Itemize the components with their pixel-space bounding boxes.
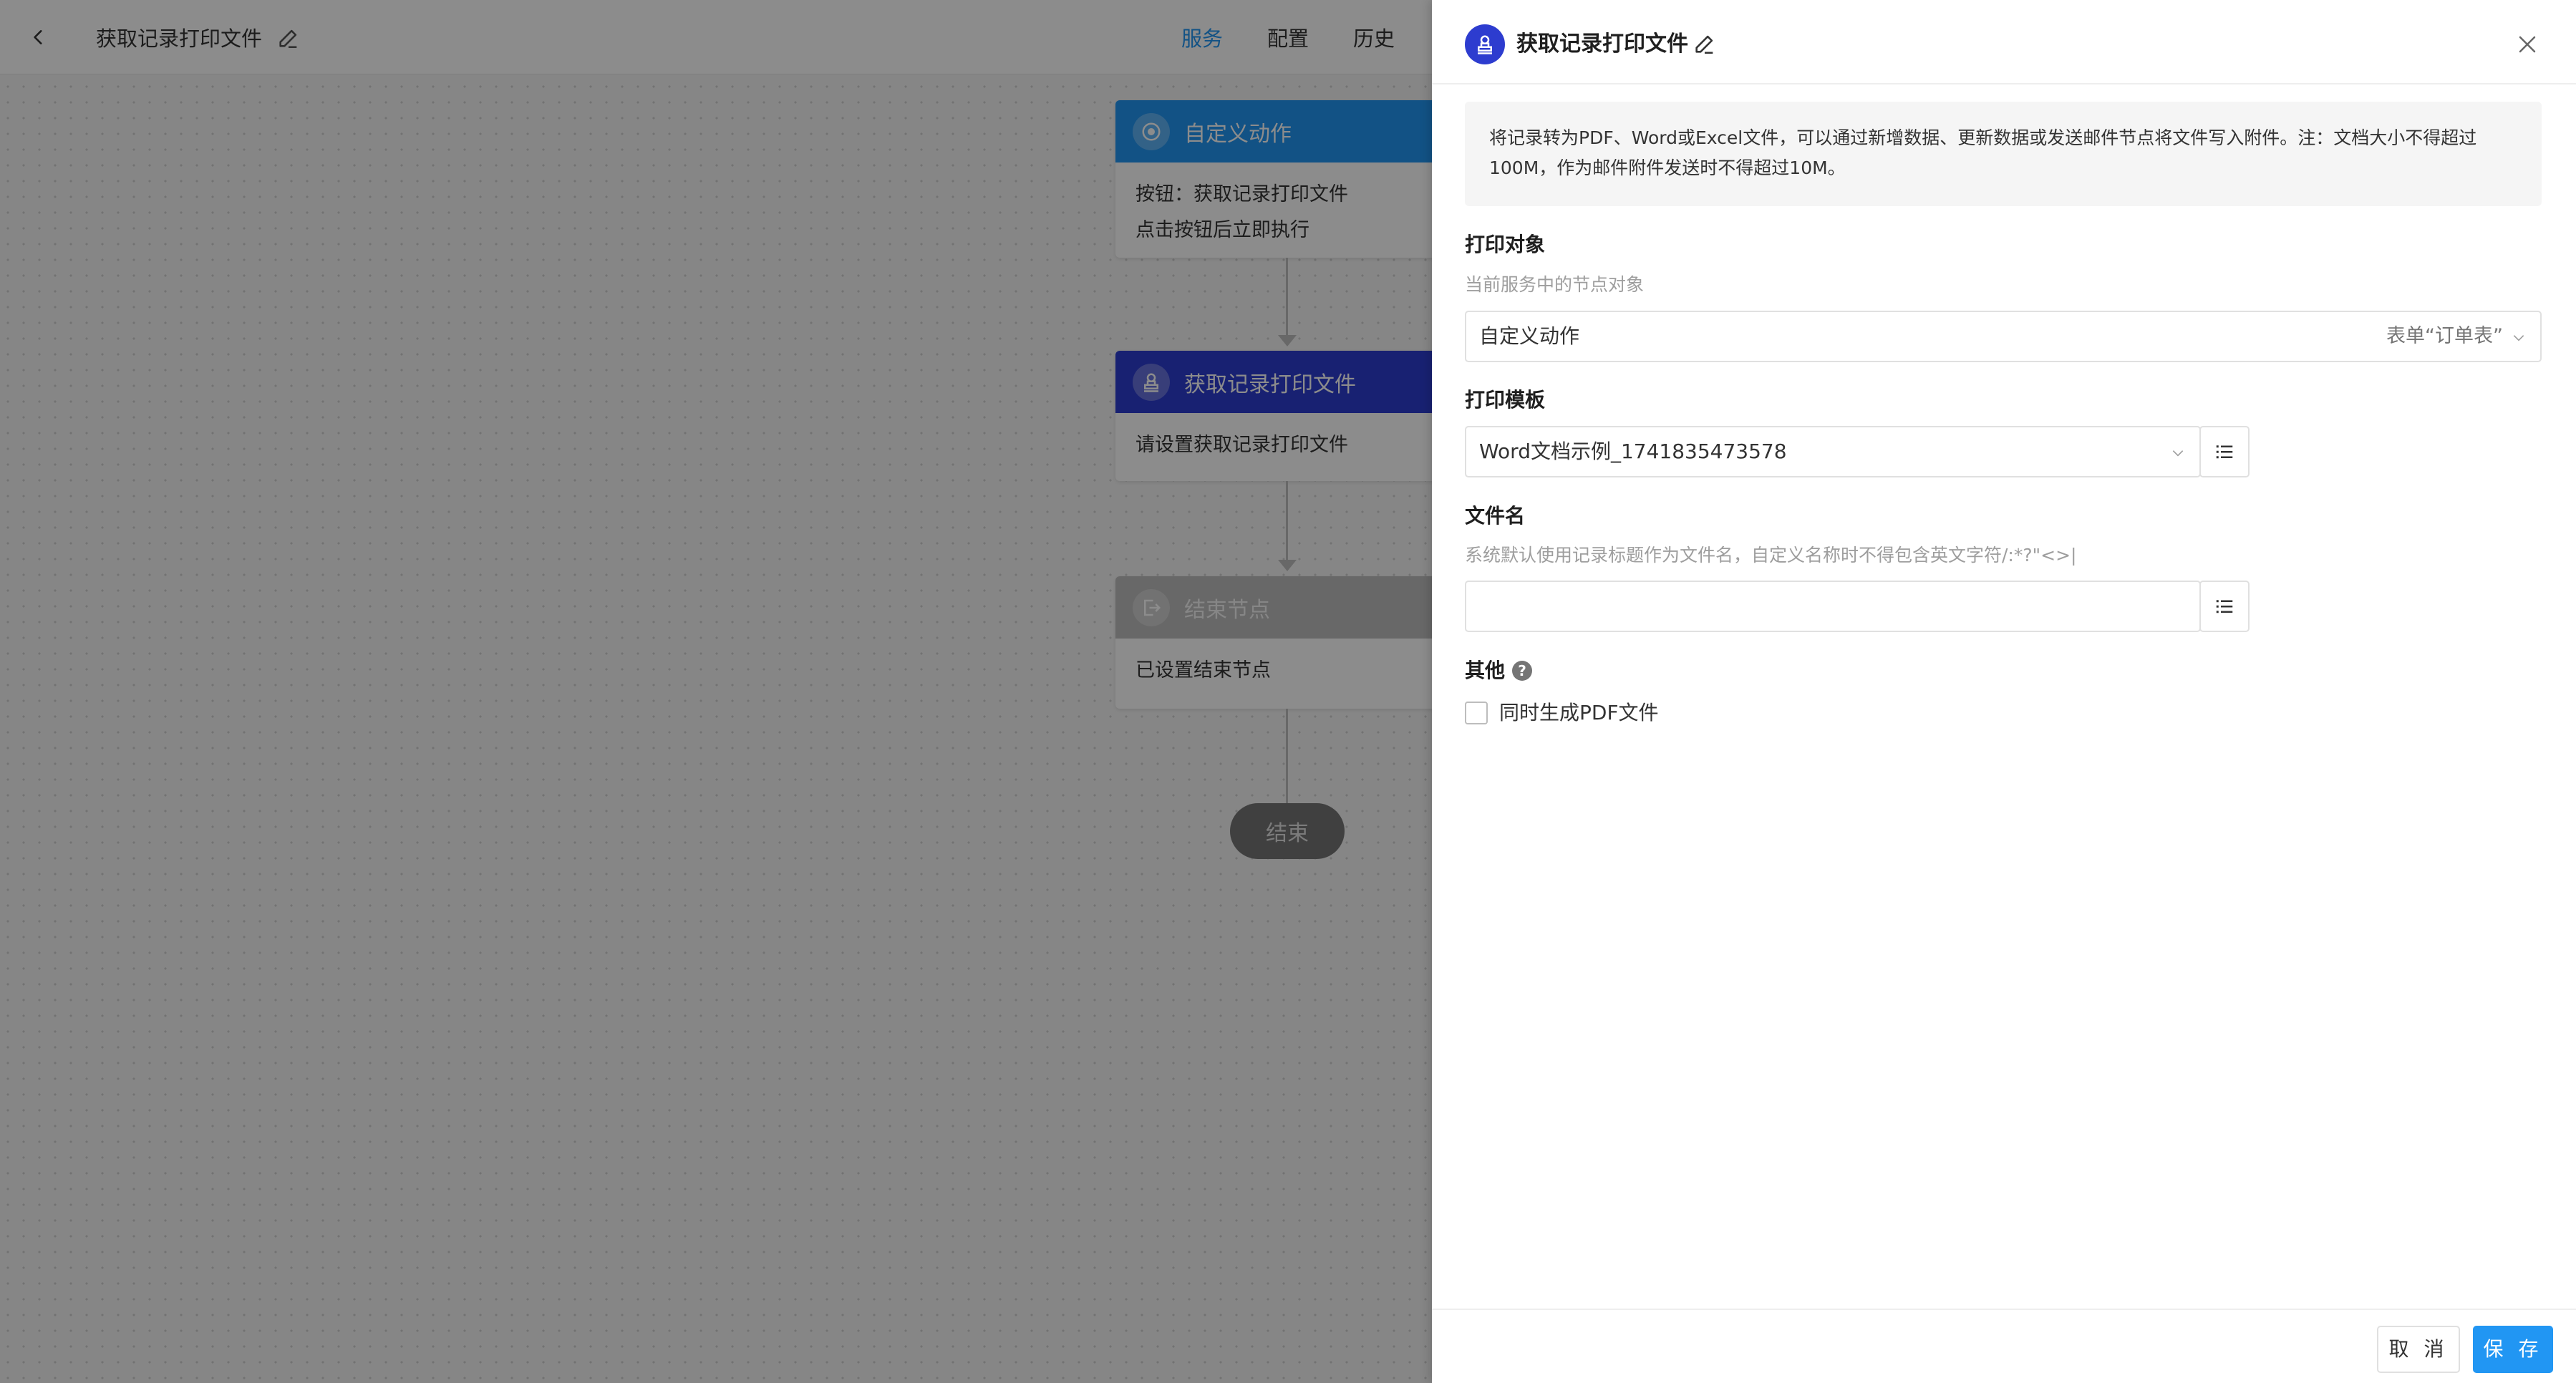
save-button[interactable]: 保 存 — [2473, 1326, 2553, 1373]
generate-pdf-label[interactable]: 同时生成PDF文件 — [1499, 697, 1659, 729]
generate-pdf-checkbox[interactable] — [1465, 702, 1488, 724]
print-target-select[interactable]: 自定义动作 表单“订单表” — [1465, 311, 2542, 362]
close-button[interactable] — [2513, 30, 2542, 59]
panel-footer: 取 消 保 存 — [1432, 1309, 2576, 1383]
info-notice: 将记录转为PDF、Word或Excel文件，可以通过新增数据、更新数据或发送邮件… — [1465, 102, 2542, 206]
file-name-hint: 系统默认使用记录标题作为文件名，自定义名称时不得包含英文字符/:*?"<>| — [1465, 545, 2077, 566]
close-icon — [2519, 36, 2536, 53]
cancel-button[interactable]: 取 消 — [2377, 1326, 2460, 1373]
stamp-icon — [1465, 24, 1505, 64]
edit-icon[interactable] — [1693, 31, 1717, 56]
print-target-hint: 当前服务中的节点对象 — [1465, 274, 1645, 295]
print-template-select[interactable]: Word文档示例_1741835473578 — [1465, 426, 2201, 477]
print-target-source: 表单“订单表” — [2386, 325, 2503, 347]
print-target-value: 自定义动作 — [1479, 324, 1580, 348]
print-template-value: Word文档示例_1741835473578 — [1479, 440, 1787, 463]
file-name-list-button[interactable] — [2199, 581, 2250, 632]
print-target-label: 打印对象 — [1465, 233, 1546, 256]
panel-title: 获取记录打印文件 — [1516, 31, 1688, 57]
chevron-down-icon — [2513, 335, 2524, 341]
template-list-button[interactable] — [2199, 426, 2250, 477]
help-icon[interactable]: ? — [1512, 661, 1532, 681]
node-settings-panel: 获取记录打印文件 将记录转为PDF、Word或Excel文件，可以通过新增数据、… — [1432, 0, 2576, 1383]
modal-overlay[interactable] — [0, 0, 1432, 1383]
panel-header: 获取记录打印文件 — [1432, 0, 2576, 84]
file-name-label: 文件名 — [1465, 504, 1526, 528]
list-icon — [2216, 445, 2233, 459]
print-template-label: 打印模板 — [1465, 388, 1546, 412]
file-name-input[interactable] — [1465, 581, 2201, 632]
list-icon — [2216, 600, 2233, 613]
other-label: 其他 — [1465, 659, 1506, 682]
chevron-down-icon — [2172, 450, 2184, 457]
